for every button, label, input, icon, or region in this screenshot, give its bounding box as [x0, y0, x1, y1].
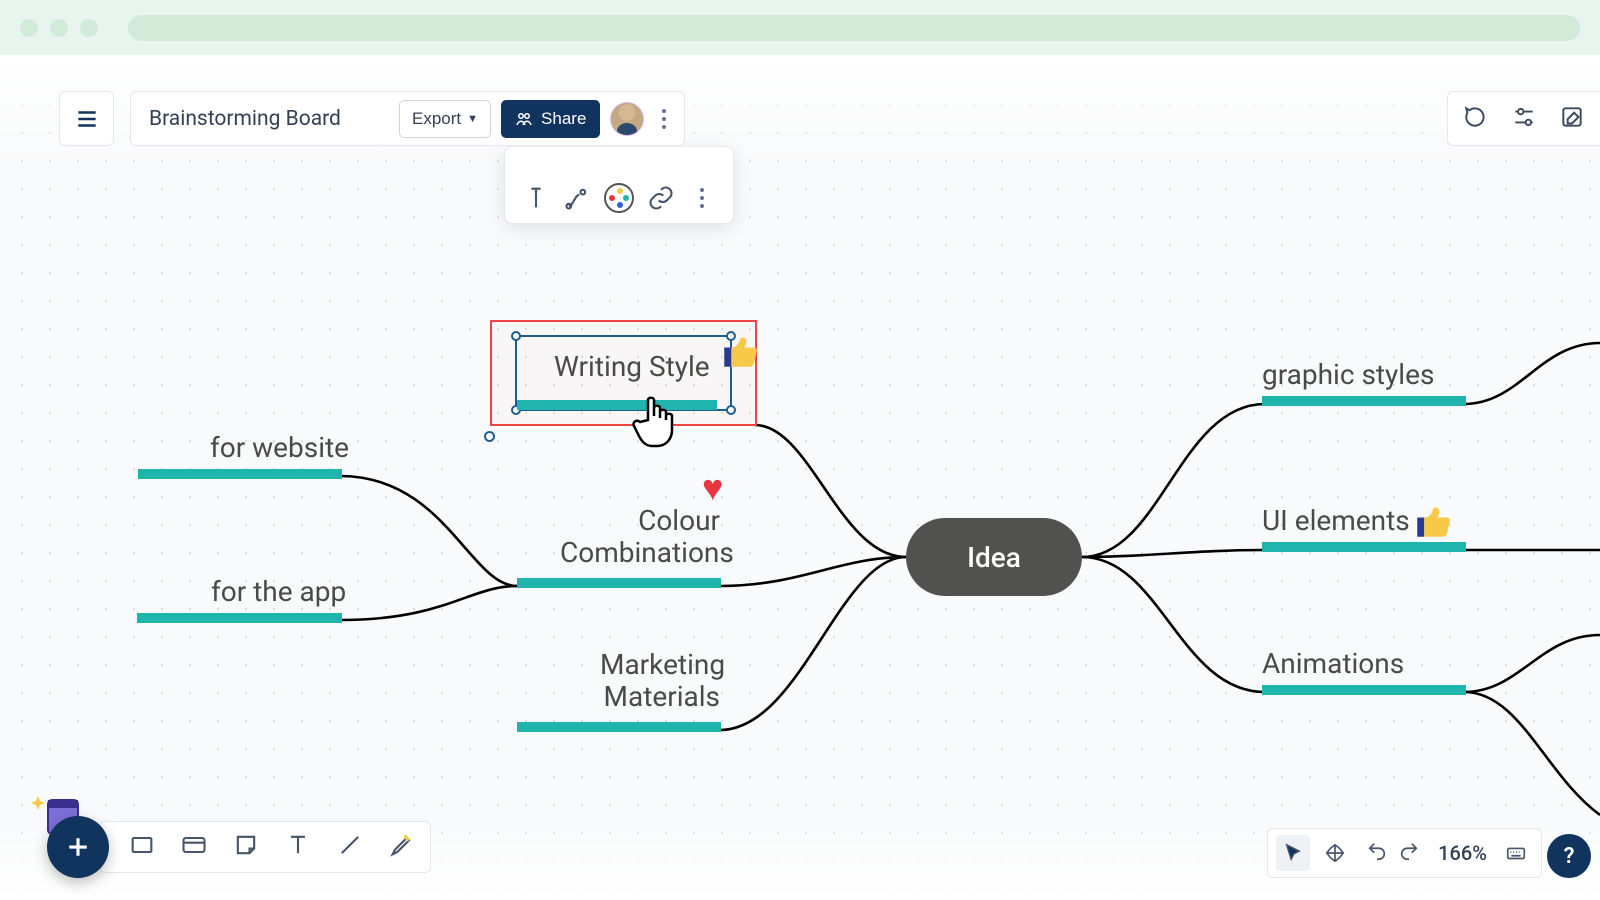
node-label-animations: Animations — [1262, 648, 1404, 680]
resize-handle-se[interactable] — [726, 405, 736, 415]
context-toolbar — [504, 146, 734, 224]
bottom-right-controls: 166% — [1267, 828, 1542, 878]
underline-animations — [1262, 685, 1466, 695]
hamburger-menu-button[interactable] — [59, 91, 114, 146]
underline-graphic — [1262, 396, 1466, 406]
node-label-marketing-materials: Marketing Materials — [600, 649, 720, 713]
link-icon[interactable] — [642, 179, 680, 217]
people-icon — [515, 110, 533, 128]
thumbs-up-icon — [719, 330, 761, 372]
collaborator-avatar[interactable] — [610, 102, 644, 136]
redo-button[interactable] — [1398, 840, 1420, 866]
text-tool-icon[interactable] — [284, 831, 312, 863]
node-for-the-app[interactable]: for the app — [211, 576, 341, 608]
address-bar[interactable] — [128, 15, 1580, 41]
caret-down-icon: ▼ — [467, 113, 478, 125]
rotate-handle[interactable] — [484, 431, 495, 442]
undo-button[interactable] — [1366, 840, 1388, 866]
top-left-toolbar: Brainstorming Board Export ▼ Share — [59, 91, 685, 146]
color-palette-icon[interactable] — [600, 179, 638, 217]
underline-marketing — [517, 722, 721, 732]
export-button[interactable]: Export ▼ — [399, 100, 491, 138]
help-label: ? — [1564, 844, 1575, 869]
pointer-mode-button[interactable] — [1276, 835, 1310, 871]
settings-sliders-icon[interactable] — [1511, 104, 1537, 134]
node-colour-combinations[interactable]: Colour Combinations — [560, 505, 720, 569]
card-tool-icon[interactable] — [180, 831, 208, 863]
traffic-light-max[interactable] — [80, 19, 98, 37]
node-label-ui-elements: UI elements — [1262, 505, 1410, 537]
node-graphic-styles[interactable]: graphic styles — [1262, 359, 1434, 391]
title-bar: Brainstorming Board Export ▼ Share — [130, 91, 685, 146]
add-shape-fab[interactable] — [47, 816, 109, 878]
underline-for-the-app — [137, 613, 342, 623]
node-label-for-the-app: for the app — [211, 576, 341, 608]
central-node-label: Idea — [967, 541, 1021, 574]
underline-for-website — [138, 469, 342, 479]
selected-node-writing-style[interactable]: Writing Style — [490, 320, 757, 426]
sticky-note-tool-icon[interactable] — [232, 831, 260, 863]
central-node-idea[interactable]: Idea — [906, 518, 1082, 596]
highlighter-tool-icon[interactable] — [388, 831, 416, 863]
node-ui-elements[interactable]: UI elements — [1262, 505, 1410, 537]
heart-icon: ♥ — [702, 467, 723, 509]
keyboard-shortcuts-button[interactable] — [1499, 842, 1533, 864]
board-title[interactable]: Brainstorming Board — [149, 107, 389, 131]
underline-colour — [517, 578, 721, 588]
bottom-left-toolbox — [47, 816, 431, 878]
rectangle-tool-icon[interactable] — [128, 831, 156, 863]
underline-writing-style — [517, 400, 717, 410]
text-edit-icon[interactable] — [517, 179, 555, 217]
undo-redo-group — [1360, 840, 1426, 866]
browser-chrome — [0, 0, 1600, 55]
zoom-level[interactable]: 166% — [1434, 841, 1491, 865]
node-for-website[interactable]: for website — [210, 432, 340, 464]
node-label-colour-combinations: Colour Combinations — [560, 505, 720, 569]
pan-mode-button[interactable] — [1318, 842, 1352, 864]
help-button[interactable]: ? — [1547, 834, 1591, 878]
node-label-for-website: for website — [210, 432, 340, 464]
traffic-light-min[interactable] — [50, 19, 68, 37]
comments-icon[interactable] — [1463, 104, 1489, 134]
node-label-writing-style: Writing Style — [554, 350, 710, 383]
pointer-cursor-icon — [630, 390, 680, 450]
more-icon[interactable] — [683, 179, 721, 217]
share-label: Share — [541, 109, 586, 129]
traffic-light-close[interactable] — [20, 19, 38, 37]
export-label: Export — [412, 109, 461, 129]
node-animations[interactable]: Animations — [1262, 648, 1404, 680]
node-marketing-materials[interactable]: Marketing Materials — [600, 649, 720, 713]
edit-note-icon[interactable] — [1559, 104, 1585, 134]
share-button[interactable]: Share — [501, 100, 600, 138]
connector-icon[interactable] — [558, 179, 596, 217]
underline-ui — [1262, 542, 1466, 552]
node-label-graphic-styles: graphic styles — [1262, 359, 1434, 391]
top-right-toolbar — [1447, 91, 1600, 146]
more-options-button[interactable] — [654, 109, 674, 129]
line-tool-icon[interactable] — [336, 831, 364, 863]
resize-handle-nw[interactable] — [511, 331, 521, 341]
shape-toolbox — [99, 821, 431, 873]
canvas[interactable]: Idea Writing Style Colour Combinations ♥… — [0, 55, 1600, 900]
thumbs-up-icon — [1412, 500, 1454, 542]
